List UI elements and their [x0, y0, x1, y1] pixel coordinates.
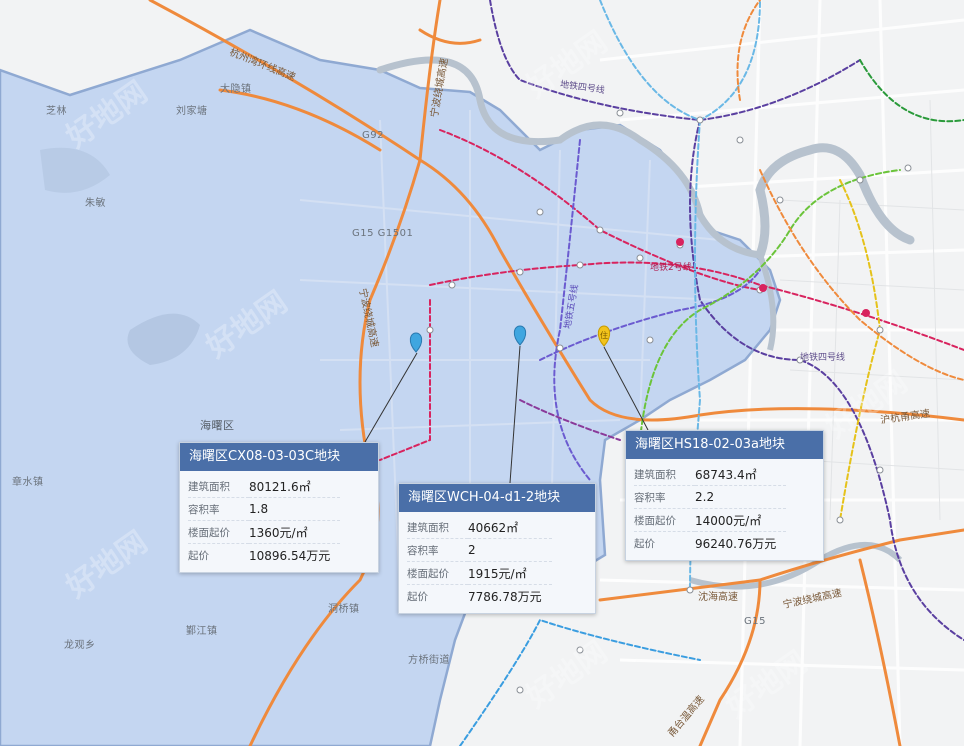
row-key: 容积率: [634, 485, 695, 509]
row-key: 楼面起价: [634, 508, 695, 532]
row-key: 起价: [634, 537, 655, 550]
road-g92: G92: [362, 130, 384, 141]
table-row: 起价 7786.78万元: [407, 585, 552, 608]
parcel-info-table: 建筑面积 80121.6㎡ 容积率 1.8 楼面起价 1360元/㎡ 起价 10896.…: [188, 475, 341, 567]
label-dayin: 大隐镇: [220, 84, 252, 95]
parcel-title[interactable]: 海曙区CX08-03-03C地块: [180, 443, 378, 471]
parcel-title[interactable]: 海曙区HS18-02-03a地块: [626, 431, 823, 459]
label-haishu: 海曙区: [200, 419, 235, 432]
row-value: 10896.54万元: [249, 548, 331, 563]
label-zhangshui: 章水镇: [12, 477, 44, 488]
row-value: 2.2: [695, 485, 787, 509]
row-key: 楼面起价: [188, 520, 249, 544]
pin-hs18-badge: 住: [600, 330, 608, 340]
label-yinjiang: 鄞江镇: [186, 626, 218, 637]
row-value: 1915元/㎡: [468, 561, 552, 585]
row-value: 80121.6㎡: [249, 475, 341, 498]
parcel-title[interactable]: 海曙区WCH-04-d1-2地块: [399, 484, 595, 512]
metro-line4-label-2: 地铁四号线: [800, 353, 846, 363]
label-zhumin: 朱敏: [85, 198, 106, 209]
table-row: 建筑面积 40662㎡: [407, 516, 552, 539]
table-row: 建筑面积 80121.6㎡: [188, 475, 341, 498]
label-zhilin: 芝林: [46, 106, 67, 117]
road-shenhai: 沈海高速: [698, 592, 738, 603]
table-row: 楼面起价 14000元/㎡: [634, 508, 787, 532]
parcel-card-wch04[interactable]: 海曙区WCH-04-d1-2地块 建筑面积 40662㎡ 容积率 2 楼面起价 191…: [398, 483, 596, 614]
table-row: 起价 96240.76万元: [634, 532, 786, 555]
road-g15: G15: [744, 616, 766, 627]
row-value: 14000元/㎡: [695, 508, 787, 532]
label-fangqiao: 方桥街道: [408, 655, 450, 666]
row-key: 建筑面积: [407, 516, 468, 539]
table-row: 楼面起价 1915元/㎡: [407, 561, 552, 585]
table-row: 起价 10896.54万元: [188, 544, 340, 567]
road-g15-g1501: G15 G1501: [352, 228, 414, 239]
table-row: 容积率 2: [407, 538, 552, 562]
row-value: 1360元/㎡: [249, 520, 341, 544]
map-canvas[interactable]: 住: [0, 0, 964, 746]
label-longguan: 龙观乡: [64, 640, 96, 651]
table-row: 容积率 1.8: [188, 497, 341, 521]
row-key: 容积率: [407, 538, 468, 562]
row-value: 1.8: [249, 497, 341, 521]
row-value: 2: [468, 538, 552, 562]
row-key: 起价: [188, 549, 209, 562]
table-row: 容积率 2.2: [634, 485, 787, 509]
metro-line2-label: 地铁2号线: [650, 263, 692, 273]
table-row: 建筑面积 68743.4㎡: [634, 463, 787, 486]
parcel-card-hs18[interactable]: 海曙区HS18-02-03a地块 建筑面积 68743.4㎡ 容积率 2.2 楼面起…: [625, 430, 824, 561]
row-key: 建筑面积: [188, 475, 249, 498]
row-key: 建筑面积: [634, 463, 695, 486]
row-value: 96240.76万元: [695, 536, 777, 551]
parcel-info-table: 建筑面积 68743.4㎡ 容积率 2.2 楼面起价 14000元/㎡ 起价 96240…: [634, 463, 787, 555]
row-key: 容积率: [188, 497, 249, 521]
row-value: 68743.4㎡: [695, 463, 787, 486]
row-value: 7786.78万元: [468, 589, 542, 604]
parcel-card-cx08[interactable]: 海曙区CX08-03-03C地块 建筑面积 80121.6㎡ 容积率 1.8 楼面起…: [179, 442, 379, 573]
label-liujiatang: 刘家塘: [176, 106, 208, 117]
label-dongqiao: 洞桥镇: [328, 604, 360, 615]
row-value: 40662㎡: [468, 516, 552, 539]
parcel-info-table: 建筑面积 40662㎡ 容积率 2 楼面起价 1915元/㎡ 起价 7786.78万元: [407, 516, 552, 607]
row-key: 楼面起价: [407, 561, 468, 585]
table-row: 楼面起价 1360元/㎡: [188, 520, 341, 544]
row-key: 起价: [407, 590, 428, 603]
